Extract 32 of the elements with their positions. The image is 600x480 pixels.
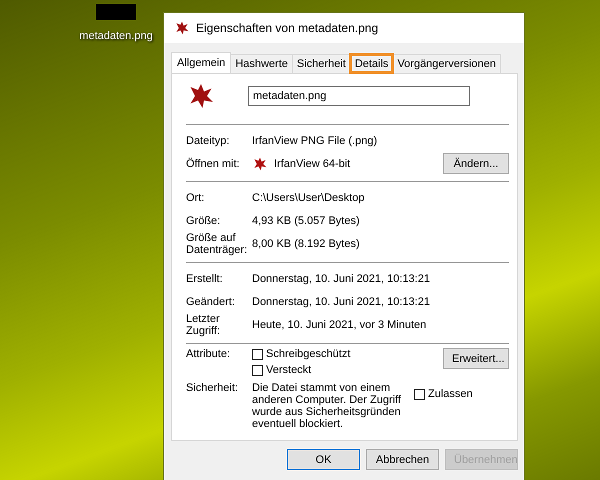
field-label: Öffnen mit: <box>186 158 241 170</box>
field-label: Ort: <box>186 192 206 204</box>
checkbox-label[interactable]: Versteckt <box>266 364 312 376</box>
field-label: Größe: <box>186 214 222 226</box>
tab[interactable]: Details <box>350 54 394 73</box>
filename-field[interactable]: metadaten.png <box>248 86 470 106</box>
dialog-button[interactable]: OK <box>287 449 360 470</box>
tab[interactable]: Allgemein <box>171 52 232 73</box>
field-value: C:\Users\User\Desktop <box>252 192 364 204</box>
checkbox-label[interactable]: Schreibgeschützt <box>266 348 350 360</box>
advanced-button[interactable]: Erweitert... <box>443 348 509 369</box>
security-notice: Die Datei stammt von einem anderen Computer. Der Zugriff wurde aus Sicherheitsgründen eventuell blockiert. <box>252 382 402 430</box>
field-value: Donnerstag, 10. Juni 2021, 10:13:21 <box>252 296 430 308</box>
field-value: IrfanView 64-bit <box>274 158 352 170</box>
field-value: 4,93 KB (5.057 Bytes) <box>252 214 360 226</box>
field-label: Sicherheit: <box>186 382 239 394</box>
checkbox-label[interactable]: Zulassen <box>428 388 473 400</box>
field-value: IrfanView PNG File (.png) <box>252 134 378 146</box>
field-label: Größe auf Datenträger: <box>186 232 248 256</box>
field-label: Letzter Zugriff: <box>186 313 222 337</box>
field-label: Geändert: <box>186 296 236 308</box>
field-value: 8,00 KB (8.192 Bytes) <box>252 238 360 250</box>
field-value: Donnerstag, 10. Juni 2021, 10:13:21 <box>252 272 430 284</box>
field-label: Attribute: <box>186 348 232 360</box>
field-value: Heute, 10. Juni 2021, vor 3 Minuten <box>252 319 426 331</box>
change-button[interactable]: Ändern... <box>443 153 509 174</box>
window-title: Eigenschaften von metadaten.png <box>196 21 378 35</box>
field-label: Erstellt: <box>186 272 224 284</box>
field-label: Dateityp: <box>186 134 230 146</box>
dialog-button[interactable]: Abbrechen <box>366 449 439 470</box>
tab[interactable]: Vorgängerversionen <box>392 54 501 73</box>
desktop-icon-label[interactable]: metadaten.png <box>79 30 153 42</box>
